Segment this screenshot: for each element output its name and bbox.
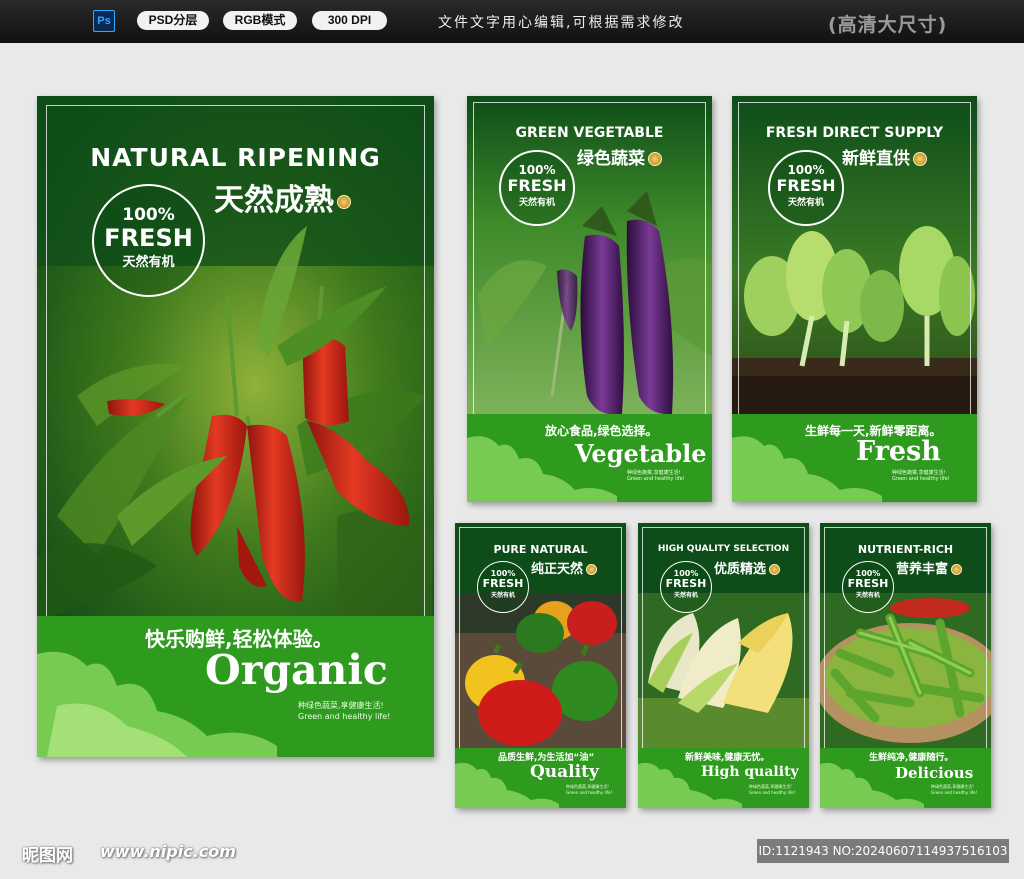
poster-tiny-en: Green and healthy life! — [566, 790, 613, 795]
poster-en-title: NUTRIENT-RICH — [857, 543, 954, 556]
poster-cn-title: 纯正天然 — [531, 558, 598, 577]
poster-tiny-en: Green and healthy life! — [892, 476, 950, 482]
poster-slogan: 新鲜美味,健康无忧。 — [685, 753, 770, 763]
poster-slogan: 生鲜纯净,健康随行。 — [869, 753, 954, 763]
photoshop-icon: Ps — [93, 10, 115, 32]
medal-icon — [337, 194, 351, 209]
poster-tiny-cn: 种绿色蔬菜,享健康生活! — [627, 470, 681, 476]
medal-icon — [648, 152, 662, 166]
medal-icon — [913, 152, 927, 166]
poster-en-title: HIGH QUALITY SELECTION — [657, 544, 790, 554]
fresh-badge: 100% FRESH 天然有机 — [768, 150, 844, 226]
hd-label: (高清大尺寸) — [828, 14, 948, 36]
poster-tiny-cn: 种绿色蔬菜,享健康生活! — [298, 701, 384, 710]
poster-fresh-direct-supply: FRESH DIRECT SUPPLY 新鲜直供 100% FRESH 天然有机… — [732, 96, 977, 502]
poster-natural-ripening: NATURAL RIPENING 天然成熟 100% FRESH 天然有机 快乐… — [37, 96, 434, 757]
poster-high-quality-selection: HIGH QUALITY SELECTION 优质精选 100% FRESH 天… — [638, 523, 809, 808]
poster-cn-title: 营养丰富 — [896, 558, 963, 577]
poster-big-word: Quality — [530, 762, 599, 782]
poster-en-title: FRESH DIRECT SUPPLY — [765, 125, 944, 141]
poster-big-word: High quality — [701, 764, 799, 780]
tag-dpi: 300 DPI — [312, 11, 387, 30]
fresh-badge: 100% FRESH 天然有机 — [477, 561, 529, 613]
poster-nutrient-rich: NUTRIENT-RICH 营养丰富 100% FRESH 天然有机 生鲜纯净,… — [820, 523, 991, 808]
poster-big-word: Organic — [205, 646, 388, 694]
poster-big-word: Fresh — [856, 436, 941, 467]
poster-green-vegetable: GREEN VEGETABLE 绿色蔬菜 100% FRESH 天然有机 放心食… — [467, 96, 712, 502]
poster-slogan: 放心食品,绿色选择。 — [545, 424, 658, 438]
poster-tiny-en: Green and healthy life! — [749, 790, 796, 795]
image-id-label: ID:1121943 NO:20240607114937516103 — [757, 839, 1009, 863]
top-info-bar: Ps PSD分层 RGB模式 300 DPI 文件文字用心编辑,可根据需求修改 … — [0, 0, 1024, 43]
medal-icon — [586, 564, 598, 575]
poster-en-title: PURE NATURAL — [493, 543, 588, 556]
medal-icon — [769, 564, 781, 575]
nipic-logo: 昵图网 — [22, 846, 73, 866]
tag-rgb: RGB模式 — [223, 11, 297, 30]
poster-tiny-en: Green and healthy life! — [298, 712, 391, 721]
poster-tiny-en: Green and healthy life! — [931, 790, 978, 795]
fresh-badge: 100% FRESH 天然有机 — [842, 561, 894, 613]
poster-pure-natural: PURE NATURAL 纯正天然 100% FRESH 天然有机 品质生鲜,为… — [455, 523, 626, 808]
poster-cn-title: 天然成熟 — [214, 175, 351, 219]
poster-big-word: Vegetable — [575, 439, 707, 468]
poster-cn-title: 优质精选 — [714, 558, 781, 577]
nipic-url[interactable]: www.nipic.com — [100, 842, 236, 861]
fresh-badge: 100% FRESH 天然有机 — [660, 561, 712, 613]
poster-big-word: Delicious — [895, 764, 974, 782]
edit-note: 文件文字用心编辑,可根据需求修改 — [438, 15, 685, 31]
poster-cn-title: 新鲜直供 — [842, 144, 927, 169]
poster-cn-title: 绿色蔬菜 — [577, 144, 662, 169]
fresh-badge: 100% FRESH 天然有机 — [92, 184, 205, 297]
poster-tiny-en: Green and healthy life! — [627, 476, 685, 482]
tag-psd: PSD分层 — [137, 11, 209, 30]
poster-en-title: NATURAL RIPENING — [90, 143, 381, 172]
fresh-badge: 100% FRESH 天然有机 — [499, 150, 575, 226]
poster-en-title: GREEN VEGETABLE — [515, 125, 664, 141]
poster-tiny-cn: 种绿色蔬菜,享健康生活! — [892, 470, 946, 476]
medal-icon — [951, 564, 963, 575]
